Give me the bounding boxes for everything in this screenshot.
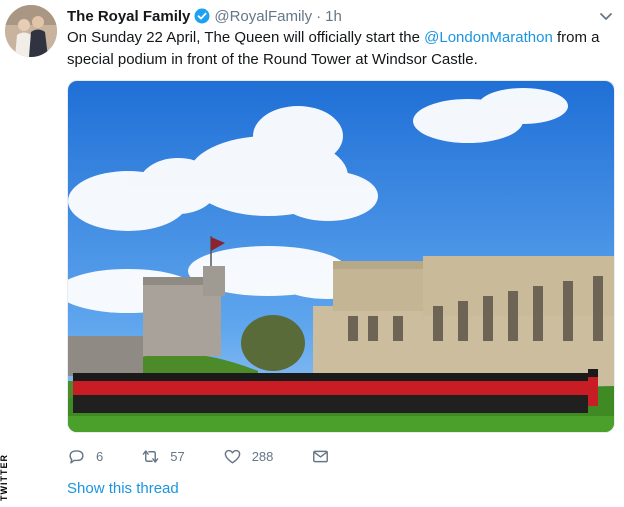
direct-message-button[interactable] — [311, 447, 330, 466]
twitter-watermark: TWITTER — [0, 454, 9, 501]
dm-icon — [313, 450, 329, 462]
tweet-card: The Royal Family @RoyalFamily · 1h On Su… — [0, 0, 624, 507]
mention-link[interactable]: @LondonMarathon — [424, 29, 553, 46]
retweet-icon — [142, 449, 159, 463]
tweet-header: The Royal Family @RoyalFamily · 1h — [67, 6, 342, 26]
like-count: 288 — [251, 448, 274, 464]
separator-dot: · — [316, 7, 322, 25]
chevron-down-icon[interactable] — [598, 8, 614, 24]
reply-icon — [69, 449, 84, 464]
verified-badge-icon — [194, 8, 210, 24]
user-handle[interactable]: @RoyalFamily — [214, 8, 312, 25]
retweet-count: 57 — [170, 448, 185, 464]
display-name[interactable]: The Royal Family — [67, 8, 190, 25]
avatar[interactable] — [5, 5, 57, 57]
reply-button[interactable]: 6 — [67, 447, 103, 466]
timestamp[interactable]: 1h — [325, 8, 342, 25]
like-icon — [224, 449, 241, 464]
tweet-photo[interactable] — [67, 80, 615, 433]
tweet-text: On Sunday 22 April, The Queen will offic… — [67, 27, 617, 71]
tweet-actions: 6 57 288 — [67, 445, 368, 467]
show-thread-link[interactable]: Show this thread — [67, 480, 179, 497]
tweet-text-before: On Sunday 22 April, The Queen will offic… — [67, 29, 425, 46]
reply-count: 6 — [96, 448, 104, 464]
retweet-button[interactable]: 57 — [141, 447, 185, 466]
like-button[interactable]: 288 — [223, 447, 274, 466]
